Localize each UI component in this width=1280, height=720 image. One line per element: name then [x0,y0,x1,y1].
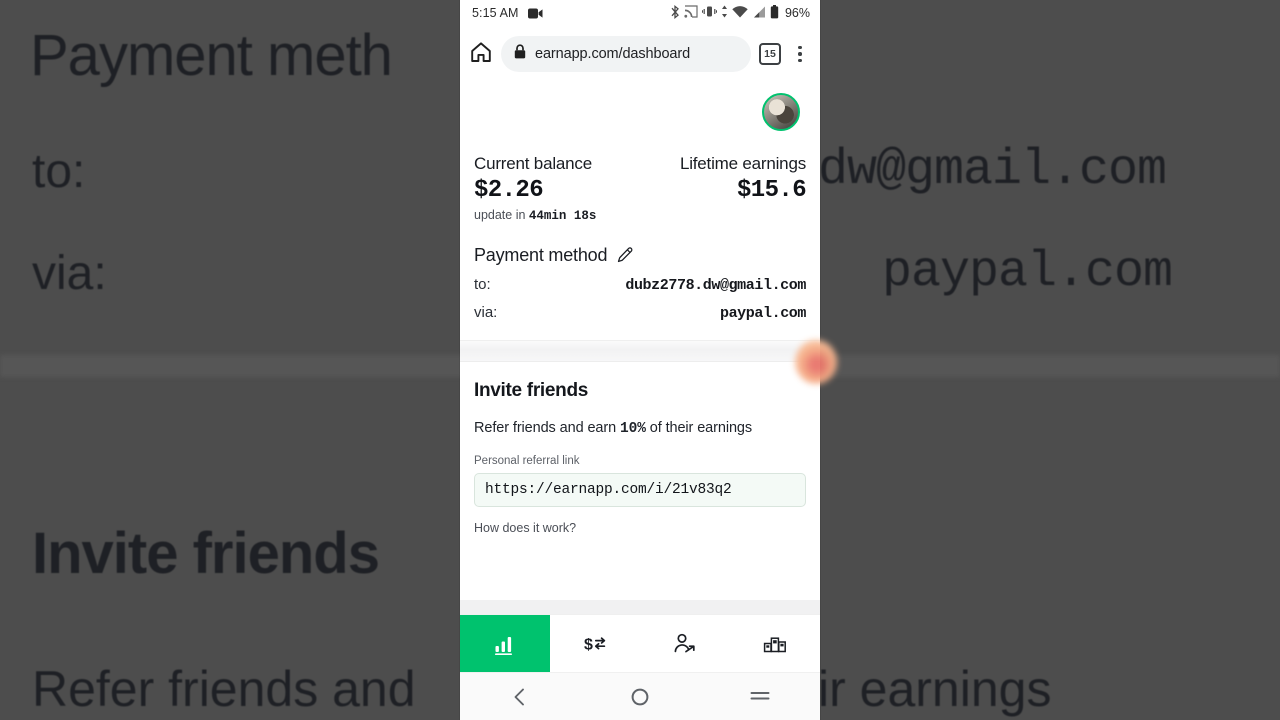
android-navigation-bar [460,672,820,720]
bottom-tab-bar: $ [460,614,820,672]
bluetooth-icon [670,4,680,22]
payment-to-value: dubz2778.dw@gmail.com [625,277,806,294]
recents-menu-icon[interactable] [732,687,788,707]
signal-icon [752,6,766,21]
svg-text:$: $ [584,636,593,653]
payment-to-key: to: [474,276,491,293]
payment-row-to: to: dubz2778.dw@gmail.com [474,276,806,294]
lifetime-earnings-value: $15.6 [736,177,807,204]
update-timer-value: 44min 18s [528,209,597,223]
home-circle-icon[interactable] [612,686,668,708]
status-system-icons: 96% [670,4,810,22]
earnapp-dashboard-page: Current balance $2.26 update in 44min 18… [460,82,820,614]
tab-count-button[interactable]: 15 [759,43,781,65]
browser-toolbar: earnapp.com/dashboard 15 [460,26,820,82]
tab-transactions[interactable]: $ [550,615,640,672]
background-invite-title: Invite friends [32,521,380,586]
account-row [460,82,820,142]
home-icon[interactable] [469,40,493,69]
background-paypal-fragment: paypal.com [882,244,1173,301]
balances-section: Current balance $2.26 update in 44min 18… [460,142,820,223]
finger-touch-blob [795,340,837,384]
current-balance-label: Current balance [474,154,592,173]
pencil-edit-icon[interactable] [617,247,634,264]
battery-percent-label: 96% [784,6,810,20]
payment-via-key: via: [474,304,498,321]
phone-screen: 5:15 AM 96% earnapp.com/dashboard 15 Cur… [460,0,820,720]
background-to-label: to: [32,145,86,198]
data-transfer-icon [721,5,728,21]
balance-update-timer: update in 44min 18s [474,208,635,223]
payment-row-via: via: paypal.com [474,304,806,322]
tab-referrals[interactable] [640,615,730,672]
cast-icon [684,5,698,21]
status-clock: 5:15 AM [472,6,519,20]
omnibox[interactable]: earnapp.com/dashboard [501,36,751,72]
background-refer-right: ir earnings [818,661,1052,717]
lock-icon [514,44,526,64]
background-email-fragment: dw@gmail.com [818,142,1167,199]
android-status-bar: 5:15 AM 96% [460,0,820,26]
background-via-label: via: [32,247,107,300]
kebab-menu-icon[interactable] [789,45,811,63]
back-chevron-icon[interactable] [492,686,548,708]
tab-stats[interactable] [460,615,550,672]
vibrate-icon [701,5,718,21]
payment-method-title: Payment method [474,245,608,265]
payment-method-section: Payment method to: dubz2778.dw@gmail.com… [460,223,820,322]
payment-via-value: paypal.com [719,305,806,322]
url-text: earnapp.com/dashboard [535,46,691,62]
screenshot-stage: Payment meth to: via: dw@gmail.com paypa… [0,0,1280,720]
page-tail-space [460,535,820,600]
avatar[interactable] [762,93,800,131]
referral-link-label: Personal referral link [474,455,580,467]
invite-subtitle-post: of their earnings [645,420,753,436]
current-balance-value: $2.26 [474,177,544,204]
screen-record-icon [527,8,543,19]
how-does-it-work-link[interactable]: How does it work? [474,521,806,535]
tab-devices[interactable] [730,615,820,672]
battery-icon [770,4,779,22]
lifetime-earnings-block: Lifetime earnings $15.6 [645,154,807,223]
invite-percent: 10% [620,421,646,437]
invite-subtitle-pre: Refer friends and earn [474,420,621,436]
background-payment-title: Payment meth [30,23,393,88]
invite-subtitle: Refer friends and earn 10% of their earn… [474,420,806,437]
payment-method-header: Payment method [474,245,806,266]
invite-friends-title: Invite friends [474,380,589,401]
invite-friends-section: Invite friends Refer friends and earn 10… [460,362,820,535]
background-refer-left: Refer friends and [32,661,416,717]
page-bottom-band [460,600,820,614]
current-balance-block: Current balance $2.26 update in 44min 18… [474,154,635,223]
update-prefix: update in [474,208,529,222]
wifi-icon [732,5,748,21]
referral-link-input[interactable]: https://earnapp.com/i/21v83q2 [474,473,806,507]
section-divider [460,340,820,362]
lifetime-earnings-label: Lifetime earnings [679,154,806,173]
